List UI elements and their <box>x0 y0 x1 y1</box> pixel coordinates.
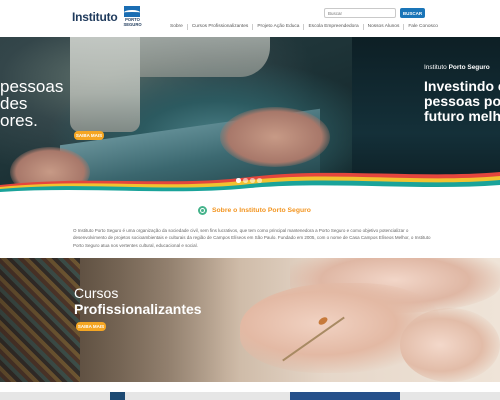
hero-saiba-mais-button[interactable]: SAIBA MAIS <box>74 131 104 140</box>
about-title: Sobre o Instituto Porto Seguro <box>212 207 311 214</box>
carousel-dot[interactable] <box>257 178 262 183</box>
main-nav: Sobre Cursos Profissionalizantes Projeto… <box>166 24 442 30</box>
nav-item-sobre[interactable]: Sobre <box>166 24 188 30</box>
courses-title-light: Cursos <box>74 285 119 301</box>
about-text: O Instituto Porto Seguro é uma organizaç… <box>73 228 431 248</box>
decorative-wave <box>0 172 500 197</box>
hand <box>400 308 500 382</box>
courses-banner <box>0 258 500 382</box>
circle-icon <box>198 206 207 215</box>
logo-mark-text: PORTO SEGURO <box>123 17 142 27</box>
about-heading[interactable]: Sobre o Instituto Porto Seguro <box>198 206 311 215</box>
site-header: Instituto PORTO SEGURO BUSCAR Sobre Curs… <box>0 0 500 38</box>
nav-item-cursos-profissionalizantes[interactable]: Cursos Profissionalizantes <box>188 24 254 30</box>
porto-seguro-logo-icon: PORTO SEGURO <box>121 6 143 28</box>
carousel-dots <box>236 178 264 183</box>
hero-carousel: pessoas des ores. Instituto Porto Seguro… <box>0 37 500 197</box>
carousel-dot[interactable] <box>250 178 255 183</box>
carousel-dot[interactable] <box>243 178 248 183</box>
courses-title-bold: Profissionalizantes <box>74 301 202 317</box>
nav-item-fale-conosco[interactable]: Fale Conosco <box>404 24 442 30</box>
banner-overlay <box>0 258 240 382</box>
logo[interactable]: Instituto PORTO SEGURO <box>72 6 143 28</box>
nav-item-projeto-acao-educa[interactable]: Projeto Ação Educa <box>253 24 305 30</box>
carousel-dot[interactable] <box>236 178 241 183</box>
search-input[interactable] <box>324 8 396 18</box>
logo-text: Instituto <box>72 10 118 24</box>
next-section-preview <box>0 392 500 400</box>
courses-saiba-mais-button[interactable]: SAIBA MAIS <box>76 322 106 331</box>
nav-item-nossos-alunos[interactable]: Nossos Alunos <box>364 24 405 30</box>
search-button[interactable]: BUSCAR <box>400 8 425 18</box>
nav-item-escola-empreendedora[interactable]: Escola Empreendedora <box>304 24 364 30</box>
